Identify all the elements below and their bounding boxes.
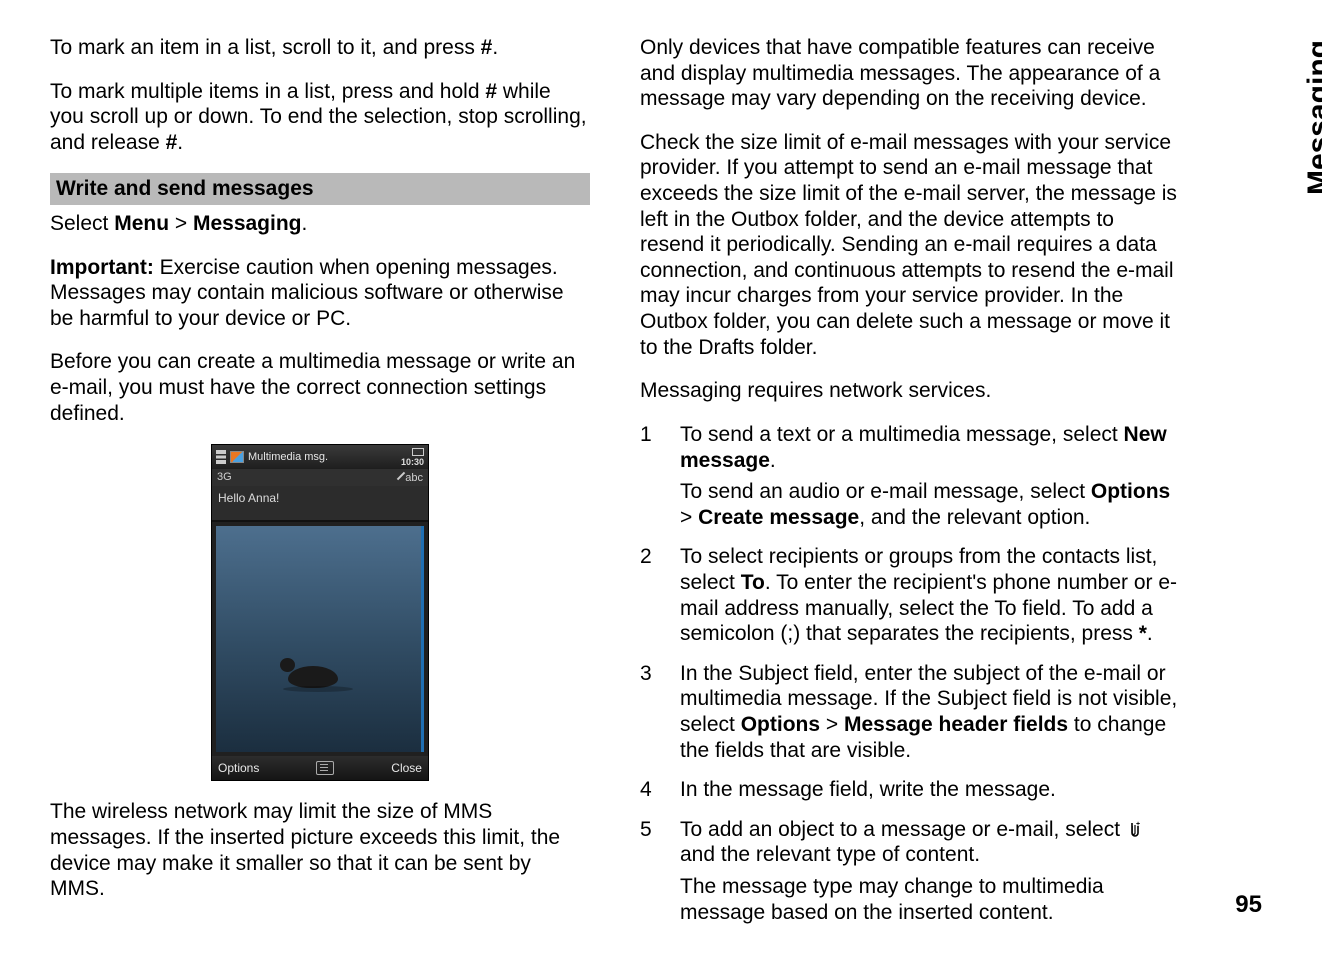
step-number: 1: [640, 422, 658, 536]
phone-statusbar: 3G abc: [212, 469, 428, 486]
input-mode: abc: [405, 472, 423, 484]
svg-text:+: +: [1136, 821, 1140, 828]
message-image-area: [216, 526, 424, 752]
text: .: [492, 36, 498, 59]
phone-screenshot: Multimedia msg. 10:30 3G abc Hello Anna!: [211, 444, 429, 781]
chapter-side-label: Messaging: [1302, 40, 1322, 195]
para-email-size-limit: Check the size limit of e-mail messages …: [640, 130, 1180, 360]
hash-key: #: [485, 80, 497, 103]
phone-clock: 10:30: [401, 457, 424, 467]
step-1: 1 To send a text or a multimedia message…: [640, 422, 1180, 536]
create-message-label: Create message: [698, 506, 859, 529]
para-mms-limit: The wireless network may limit the size …: [50, 799, 590, 901]
network-indicator: 3G: [217, 471, 232, 484]
hash-key: #: [481, 36, 493, 59]
options-label: Options: [741, 713, 820, 736]
step-5: 5 To add an object to a message or e-mai…: [640, 817, 1180, 931]
para-important: Important: Exercise caution when opening…: [50, 255, 590, 332]
para-compatible-devices: Only devices that have compatible featur…: [640, 35, 1180, 112]
picture-icon: [230, 451, 244, 463]
text: In the message field, write the message.: [680, 777, 1180, 803]
softkey-close[interactable]: Close: [391, 761, 422, 776]
step-number: 4: [640, 777, 658, 809]
text: The message type may change to multimedi…: [680, 874, 1180, 925]
phone-titlebar: Multimedia msg. 10:30: [212, 445, 428, 469]
phone-softkey-bar: Options Close: [212, 756, 428, 780]
battery-icon: [412, 448, 424, 456]
step-number: 2: [640, 544, 658, 652]
text: >: [680, 506, 698, 529]
attach-clip-plus-icon: +: [1126, 818, 1140, 841]
page-number: 95: [1235, 891, 1262, 919]
para-network-services: Messaging requires network services.: [640, 378, 1180, 404]
step-2: 2 To select recipients or groups from th…: [640, 544, 1180, 652]
message-header-fields-label: Message header fields: [844, 713, 1068, 736]
text: .: [770, 449, 776, 472]
two-column-layout: To mark an item in a list, scroll to it,…: [50, 35, 1262, 939]
para-connection-settings: Before you can create a multimedia messa…: [50, 349, 590, 426]
text: To mark an item in a list, scroll to it,…: [50, 36, 481, 59]
text: .: [1147, 622, 1153, 645]
step-3: 3 In the Subject field, enter the subjec…: [640, 661, 1180, 769]
manual-page: To mark an item in a list, scroll to it,…: [0, 0, 1322, 954]
important-label: Important:: [50, 256, 160, 279]
signal-bars-icon: [216, 450, 226, 464]
text: , and the relevant option.: [859, 506, 1090, 529]
star-key: *: [1139, 622, 1147, 645]
phone-title: Multimedia msg.: [248, 451, 328, 464]
step-number: 3: [640, 661, 658, 769]
text: .: [177, 131, 183, 154]
text: To add an object to a message or e-mail,…: [680, 818, 1126, 841]
para-mark-multiple: To mark multiple items in a list, press …: [50, 79, 590, 156]
hash-key: #: [166, 131, 178, 154]
para-select-menu: Select Menu > Messaging.: [50, 211, 590, 237]
messaging-label: Messaging: [193, 212, 302, 235]
text: >: [820, 713, 844, 736]
message-text-line: Hello Anna!: [212, 486, 428, 522]
para-mark-single: To mark an item in a list, scroll to it,…: [50, 35, 590, 61]
softkey-menu-icon[interactable]: [316, 761, 334, 775]
steps-list: 1 To send a text or a multimedia message…: [640, 422, 1180, 931]
text: >: [169, 212, 193, 235]
softkey-options[interactable]: Options: [218, 761, 259, 776]
text: To mark multiple items in a list, press …: [50, 80, 485, 103]
to-label: To: [741, 571, 765, 594]
options-label: Options: [1091, 480, 1170, 503]
text: To send a text or a multimedia message, …: [680, 423, 1124, 446]
menu-label: Menu: [114, 212, 169, 235]
duck-photo-icon: [288, 666, 338, 688]
step-number: 5: [640, 817, 658, 931]
text: To send an audio or e-mail message, sele…: [680, 480, 1091, 503]
text: .: [302, 212, 308, 235]
text: Select: [50, 212, 114, 235]
text: and the relevant type of content.: [680, 843, 980, 866]
right-column: Only devices that have compatible featur…: [640, 35, 1180, 939]
section-header-write-send: Write and send messages: [50, 173, 590, 205]
left-column: To mark an item in a list, scroll to it,…: [50, 35, 590, 939]
step-4: 4 In the message field, write the messag…: [640, 777, 1180, 809]
